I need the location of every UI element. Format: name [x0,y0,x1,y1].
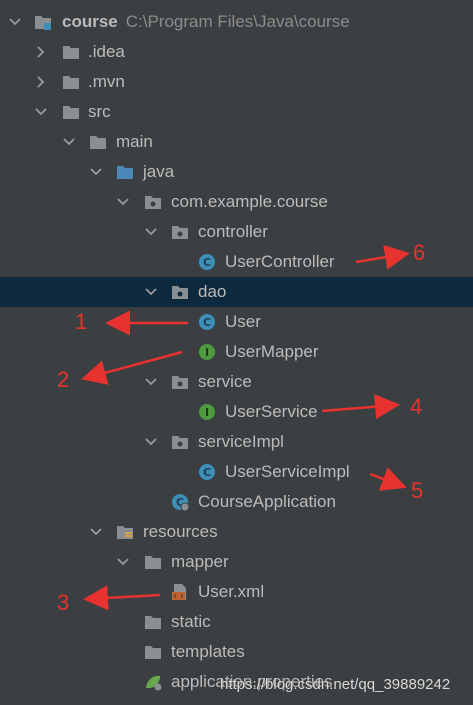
annotation-number-5: 5 [411,478,424,503]
watermark-text: https://blog.csdn.net/qq_39889242 [220,676,451,693]
annotation-number-6: 6 [413,240,426,265]
annotation-layer [81,244,410,611]
annotation-number-1: 1 [75,309,88,334]
annotation-number-2: 2 [57,367,70,392]
annotation-arrow-2 [81,350,183,385]
annotation-number-3: 3 [57,590,70,615]
annotation-arrow-6 [355,244,410,270]
annotation-arrow-5 [369,467,407,491]
annotation-arrow-3 [83,585,161,611]
annotation-arrow-4 [321,394,400,420]
annotation-number-4: 4 [410,394,423,419]
